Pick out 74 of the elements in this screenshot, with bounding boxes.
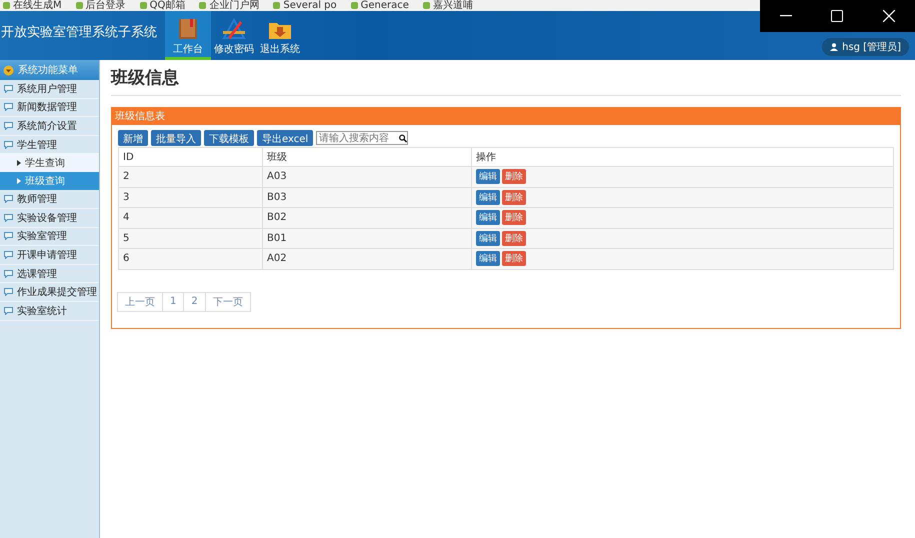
table-cell: B02 <box>262 208 472 228</box>
chat-icon <box>4 232 13 240</box>
menu-icon <box>3 64 14 76</box>
user-badge[interactable]: hsg [管理员] <box>822 38 909 56</box>
column-header: 班级 <box>262 148 472 166</box>
chat-icon <box>4 195 13 204</box>
chat-icon <box>4 103 13 112</box>
toolbar-button[interactable]: 批量导入 <box>151 130 201 146</box>
delete-button[interactable]: 删除 <box>502 230 526 246</box>
app-title: 开放实验室管理系统子系统 <box>0 24 158 42</box>
minimize-icon[interactable] <box>780 15 792 17</box>
delete-button[interactable]: 删除 <box>502 169 526 184</box>
user-icon <box>830 43 838 51</box>
bookmark[interactable]: 在线生成M <box>3 0 62 11</box>
chat-icon <box>4 214 13 222</box>
delete-button[interactable]: 删除 <box>502 190 526 205</box>
nav-button[interactable]: 修改密码 <box>211 11 257 60</box>
page-link[interactable]: 2 <box>183 292 206 312</box>
pencil-ruler-icon <box>222 18 246 40</box>
toolbar-button[interactable]: 新增 <box>118 130 148 146</box>
page-link[interactable]: 下一页 <box>204 292 251 312</box>
bullet-icon <box>17 160 21 166</box>
edit-button[interactable]: 编辑 <box>476 190 500 205</box>
sidebar-item[interactable]: 实验设备管理 <box>0 208 99 228</box>
toolbar-button[interactable]: 下载模板 <box>204 130 254 146</box>
edit-button[interactable]: 编辑 <box>476 251 500 266</box>
chat-icon <box>4 288 13 296</box>
sidebar-item[interactable]: 实验室统计 <box>0 302 99 321</box>
chat-icon <box>4 140 13 149</box>
maximize-icon[interactable] <box>831 10 844 22</box>
sidebar-item[interactable]: 新闻数据管理 <box>0 98 99 118</box>
bookmark[interactable]: QQ邮箱 <box>140 0 186 11</box>
table-cell: 6 <box>118 248 262 269</box>
delete-button[interactable]: 删除 <box>502 251 526 266</box>
nav-button[interactable]: 工作台 <box>165 11 211 60</box>
panel-title: 班级信息表 <box>112 108 900 125</box>
table-cell: 2 <box>118 166 262 187</box>
bookmark[interactable]: 嘉兴道哺 <box>422 0 473 11</box>
chat-icon <box>4 270 13 278</box>
bookmark[interactable]: Generace <box>350 0 409 11</box>
edit-button[interactable]: 编辑 <box>476 230 500 246</box>
sidebar-subitem[interactable]: 学生查询 <box>0 154 99 172</box>
menu-heading: 系统功能菜单 <box>0 60 99 80</box>
edit-button[interactable]: 编辑 <box>476 210 500 226</box>
chat-icon <box>4 250 13 259</box>
close-icon[interactable] <box>883 10 896 22</box>
book-icon <box>178 18 198 40</box>
column-header: ID <box>118 148 262 166</box>
sidebar-item[interactable]: 实验室管理 <box>0 228 99 246</box>
sidebar-item[interactable]: 作业成果提交管理 <box>0 283 99 302</box>
chat-icon <box>4 122 13 130</box>
page-link[interactable]: 上一页 <box>117 292 163 312</box>
search-icon[interactable] <box>399 134 408 142</box>
sidebar-item[interactable]: 开课申请管理 <box>0 246 99 265</box>
bookmark[interactable]: Several po <box>273 0 337 11</box>
nav-button[interactable]: 退出系统 <box>257 11 303 60</box>
table-cell: 4 <box>118 208 262 228</box>
sidebar-item[interactable]: 选课管理 <box>0 264 99 284</box>
column-header: 操作 <box>472 148 894 166</box>
folder-icon <box>268 20 292 40</box>
page-link[interactable]: 1 <box>162 292 184 312</box>
edit-button[interactable]: 编辑 <box>476 169 500 184</box>
table-cell: A03 <box>262 166 472 187</box>
bookmark[interactable]: 后台登录 <box>76 0 126 11</box>
delete-button[interactable]: 删除 <box>502 210 526 226</box>
bullet-icon <box>17 178 21 184</box>
sidebar-item[interactable]: 教师管理 <box>0 190 99 209</box>
chat-icon <box>4 84 13 93</box>
page-title: 班级信息 <box>111 66 901 96</box>
table-cell: A02 <box>262 248 472 269</box>
toolbar-button[interactable]: 导出excel <box>257 130 314 146</box>
sidebar-item[interactable]: 系统用户管理 <box>0 80 99 99</box>
sidebar-item[interactable]: 系统简介设置 <box>0 117 99 136</box>
chat-icon <box>4 306 13 315</box>
